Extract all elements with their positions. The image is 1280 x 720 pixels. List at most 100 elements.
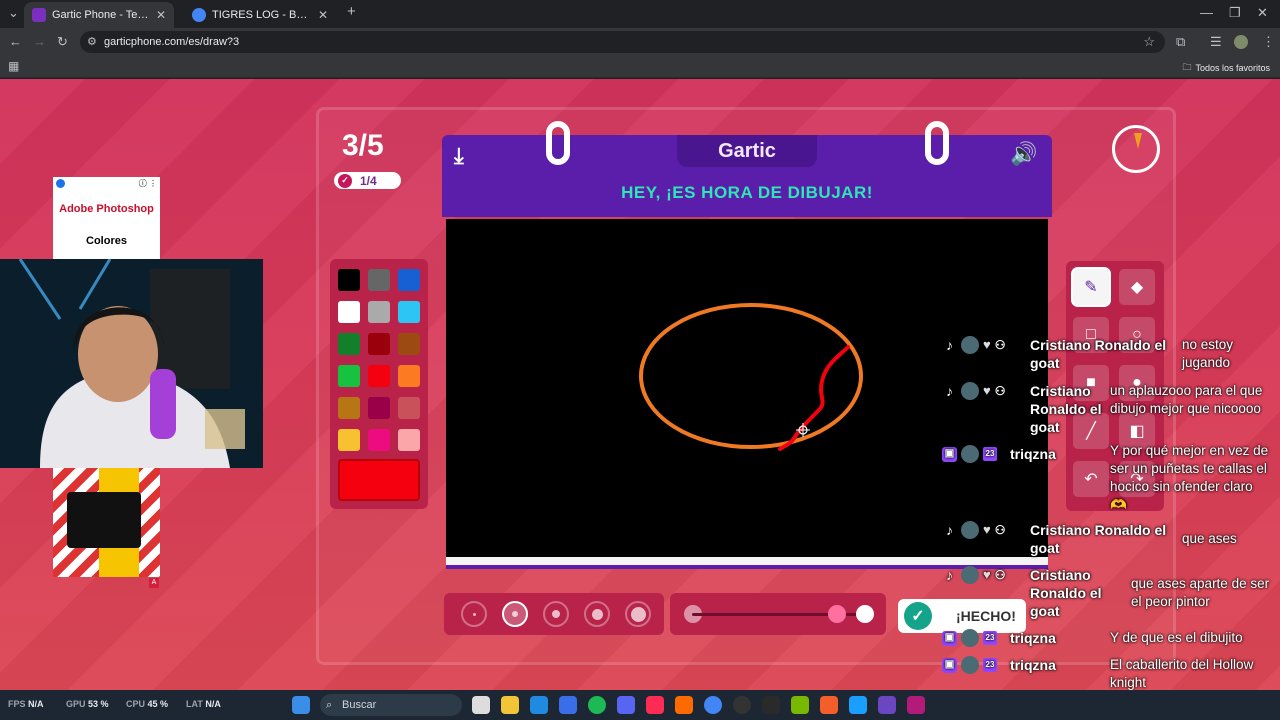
opacity-handle[interactable] [828, 605, 846, 623]
undo-icon[interactable]: ↶ [1073, 461, 1109, 497]
swatch-color[interactable] [338, 365, 360, 387]
site-info-icon[interactable]: ⚙ [87, 35, 97, 48]
swatch-color[interactable] [398, 365, 420, 387]
brush-size-5[interactable] [625, 601, 651, 627]
drawing-canvas[interactable] [446, 219, 1048, 557]
bucket-tool-icon[interactable]: ◧ [1119, 413, 1155, 449]
tab-google-search[interactable]: TIGRES LOG - Buscar con Goog ✕ [184, 2, 336, 28]
ad-menu-icon[interactable]: ⓘ ⋮ [139, 178, 157, 189]
tab-close-icon[interactable]: ✕ [318, 8, 328, 22]
nvidia-icon[interactable] [791, 696, 809, 714]
opacity-max-icon [856, 605, 874, 623]
filled-ellipse-tool-icon[interactable]: ● [1119, 365, 1155, 401]
gartic-page: 3/5 ✓ 1/4 ⤓ Gartic 🔊 HEY, ¡ES HORA DE DI… [0, 79, 1280, 690]
spotify-icon[interactable] [588, 696, 606, 714]
menu-icon[interactable]: ⋮ [1262, 34, 1275, 50]
swatch-color[interactable] [398, 301, 420, 323]
webcam-overlay [0, 259, 263, 468]
discord-icon[interactable] [617, 696, 635, 714]
forward-icon[interactable]: → [33, 34, 46, 49]
minimize-icon[interactable]: — [1200, 5, 1213, 20]
ad-badge-icon [56, 179, 65, 188]
swatch-color[interactable] [368, 397, 390, 419]
tab-title: Gartic Phone - Teléfono De [52, 9, 150, 21]
filled-rect-tool-icon[interactable]: ■ [1073, 365, 1109, 401]
download-icon[interactable]: ⤓ [454, 143, 464, 169]
swatch-color[interactable] [338, 429, 360, 451]
task-view-icon[interactable] [472, 696, 490, 714]
close-window-icon[interactable]: ✕ [1257, 5, 1268, 21]
tab-gartic[interactable]: Gartic Phone - Teléfono De ✕ [24, 2, 174, 28]
app-icon[interactable] [878, 696, 896, 714]
gpu-readout: GPU 53 % [66, 699, 109, 709]
app-icon[interactable] [820, 696, 838, 714]
ad-brand: Adobe Photoshop [59, 203, 154, 215]
app-icon[interactable] [762, 696, 780, 714]
tab-search-icon[interactable]: ⌄ [8, 5, 19, 21]
windows-taskbar: FPS N/A GPU 53 % CPU 45 % LAT N/A ⌕ Busc… [0, 690, 1280, 720]
line-tool-icon[interactable]: ╱ [1073, 413, 1109, 449]
app-icon[interactable] [907, 696, 925, 714]
sound-icon[interactable]: 🔊 [1010, 141, 1037, 167]
search-icon: ⌕ [326, 699, 333, 711]
tab-title: TIGRES LOG - Buscar con Goog [212, 9, 312, 21]
file-explorer-icon[interactable] [501, 696, 519, 714]
brush-size-3[interactable] [543, 601, 569, 627]
edge-icon[interactable] [530, 696, 548, 714]
rectangle-tool-icon[interactable]: □ [1073, 317, 1109, 353]
reload-icon[interactable]: ↻ [57, 34, 68, 50]
extensions-icon[interactable]: ⧉ [1176, 34, 1185, 50]
apps-grid-icon[interactable]: ▦ [8, 59, 19, 73]
brush-size-4[interactable] [584, 601, 610, 627]
all-bookmarks-button[interactable]: 🗀 Todos los favoritos [1182, 60, 1270, 76]
swatch-color[interactable] [398, 397, 420, 419]
chrome-icon[interactable] [704, 696, 722, 714]
windows-start-icon[interactable] [292, 696, 310, 714]
back-icon[interactable]: ← [9, 34, 22, 49]
store-icon[interactable] [559, 696, 577, 714]
check-heart-icon: ✓ [338, 173, 352, 188]
obs-icon[interactable] [733, 696, 751, 714]
toolbar: ← → ↻ ⚙ garticphone.com/es/draw?3 ☆ ⧉ ☰ … [0, 28, 1280, 56]
swatch-color[interactable] [368, 429, 390, 451]
ad-tag: A [149, 578, 159, 588]
address-bar[interactable]: ⚙ garticphone.com/es/draw?3 ☆ [80, 31, 1165, 53]
brush-size-1[interactable] [461, 601, 487, 627]
tool-panel: ✎ ◆ □ ○ ■ ● ╱ ◧ ↶ ↷ [1066, 261, 1164, 511]
adobe-ad[interactable]: ⓘ ⋮ Adobe Photoshop Colores [53, 177, 160, 259]
current-color-preview[interactable] [338, 459, 420, 501]
swatch-color[interactable] [368, 365, 390, 387]
opacity-slider[interactable] [670, 593, 886, 635]
ad-subtitle: Colores [86, 235, 127, 247]
cpu-readout: CPU 45 % [126, 699, 169, 709]
check-icon: ✓ [904, 602, 932, 630]
restore-icon[interactable]: ❐ [1229, 5, 1241, 21]
swatch-color[interactable] [338, 333, 360, 355]
reading-list-icon[interactable]: ☰ [1210, 34, 1222, 50]
tab-close-icon[interactable]: ✕ [156, 8, 166, 22]
swatch-color[interactable] [368, 269, 390, 291]
app-icon[interactable] [675, 696, 693, 714]
taskbar-search[interactable]: ⌕ Buscar [320, 694, 462, 716]
swatch-color[interactable] [398, 269, 420, 291]
brush-size-2[interactable] [502, 601, 528, 627]
swatch-color[interactable] [398, 333, 420, 355]
swatch-color[interactable] [368, 301, 390, 323]
ellipse-tool-icon[interactable]: ○ [1119, 317, 1155, 353]
bookmark-star-icon[interactable]: ☆ [1143, 34, 1155, 50]
swatch-color[interactable] [338, 301, 360, 323]
tiktok-app-icon[interactable] [646, 696, 664, 714]
pencil-tool-icon[interactable]: ✎ [1073, 269, 1109, 305]
redo-icon[interactable]: ↷ [1119, 461, 1155, 497]
fps-readout: FPS N/A [8, 699, 44, 709]
profile-avatar[interactable] [1234, 35, 1248, 49]
app-icon[interactable] [849, 696, 867, 714]
swatch-color[interactable] [398, 429, 420, 451]
new-tab-button[interactable]: + [347, 3, 356, 20]
swatch-color[interactable] [338, 397, 360, 419]
swatch-color[interactable] [338, 269, 360, 291]
eraser-tool-icon[interactable]: ◆ [1119, 269, 1155, 305]
ad-image[interactable] [53, 468, 160, 577]
swatch-color[interactable] [368, 333, 390, 355]
done-button[interactable]: ✓ ¡HECHO! [898, 599, 1026, 633]
